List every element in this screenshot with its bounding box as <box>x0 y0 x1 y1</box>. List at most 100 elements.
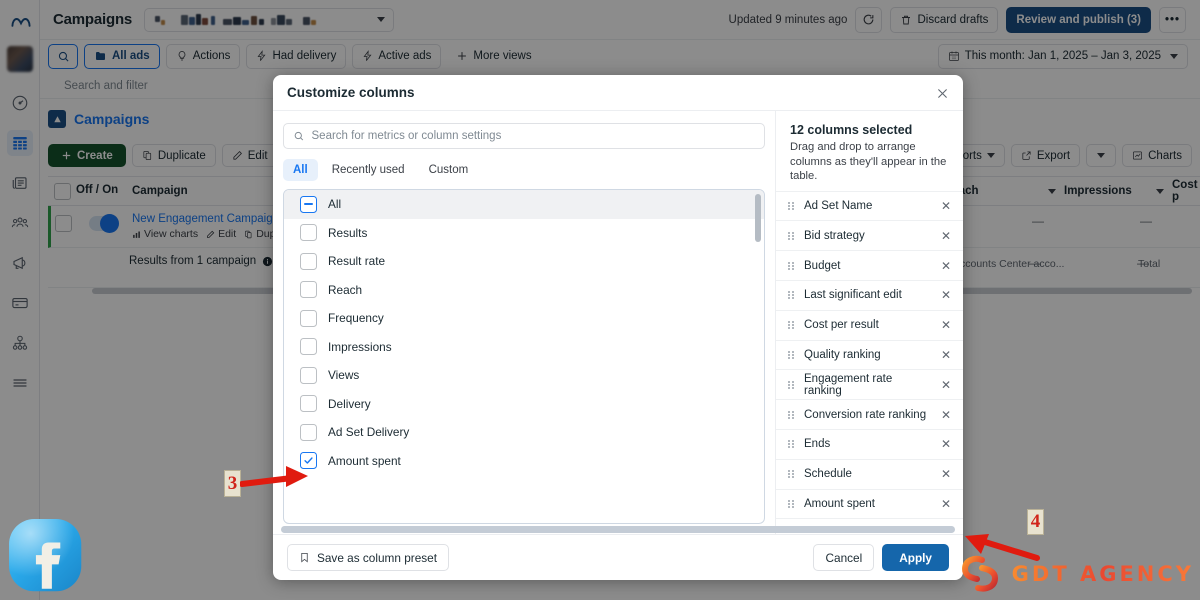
selected-column-item[interactable]: Budget ✕ <box>776 250 963 280</box>
selected-column-item[interactable]: Last significant edit ✕ <box>776 280 963 310</box>
meta-ads-manager-screen: Campaigns Updated 9 minutes ago Discard … <box>0 0 1200 600</box>
selected-column-item[interactable]: Amount spent ✕ <box>776 488 963 519</box>
tab-custom[interactable]: Custom <box>419 159 479 181</box>
apply-label: Apply <box>899 550 932 565</box>
remove-column-icon[interactable]: ✕ <box>941 408 951 422</box>
drag-handle-icon[interactable] <box>788 320 795 331</box>
metrics-panel: All Recently used Custom All Results <box>273 111 775 534</box>
remove-column-icon[interactable]: ✕ <box>941 437 951 451</box>
metrics-scrollbar[interactable] <box>755 194 761 519</box>
remove-column-icon[interactable]: ✕ <box>941 497 951 511</box>
remove-column-icon[interactable]: ✕ <box>941 378 951 392</box>
drag-handle-icon[interactable] <box>788 469 795 480</box>
metrics-tabs: All Recently used Custom <box>283 159 765 181</box>
drag-handle-icon[interactable] <box>788 409 795 420</box>
selected-column-label: Quality ranking <box>804 349 881 362</box>
save-as-column-preset-button[interactable]: Save as column preset <box>287 544 449 571</box>
selected-column-item[interactable]: Bid strategy ✕ <box>776 220 963 250</box>
annotation-3: 3 <box>224 470 241 497</box>
drag-handle-icon[interactable] <box>788 439 795 450</box>
selected-help-text: Drag and drop to arrange columns as they… <box>790 141 947 183</box>
metric-checkbox[interactable] <box>300 224 317 242</box>
annotation-3-number: 3 <box>224 470 241 497</box>
metric-checkbox[interactable] <box>300 281 317 299</box>
annotation-4-arrow <box>965 534 1040 561</box>
facebook-logo <box>9 519 82 592</box>
selected-columns-panel: 12 columns selected Drag and drop to arr… <box>775 111 963 534</box>
selected-column-item[interactable]: Cost per result ✕ <box>776 309 963 340</box>
selected-column-label: Cost per result <box>804 319 879 332</box>
metric-label: Frequency <box>328 311 384 326</box>
remove-column-icon[interactable]: ✕ <box>941 259 951 273</box>
selected-column-item[interactable]: Ad Set Name ✕ <box>776 190 963 221</box>
metric-label: All <box>328 197 342 212</box>
metric-label: Impressions <box>328 339 392 354</box>
cancel-button[interactable]: Cancel <box>813 544 875 571</box>
remove-column-icon[interactable]: ✕ <box>941 318 951 332</box>
selected-column-item[interactable]: Engagement rate ranking ✕ <box>776 369 963 399</box>
metric-row-frequency[interactable]: Frequency <box>284 304 764 333</box>
close-icon[interactable] <box>933 84 951 102</box>
drag-handle-icon[interactable] <box>788 260 795 271</box>
metric-row-impressions[interactable]: Impressions <box>284 333 764 362</box>
selected-column-label: Conversion rate ranking <box>804 408 927 421</box>
selected-columns-list: Ad Set Name ✕ Bid strategy ✕ Budget ✕ La… <box>776 190 963 534</box>
metrics-scrollbar-thumb[interactable] <box>755 194 761 242</box>
remove-column-icon[interactable]: ✕ <box>941 467 951 481</box>
metric-checkbox[interactable] <box>300 366 317 384</box>
search-input[interactable] <box>311 130 755 142</box>
metric-label: Result rate <box>328 254 386 269</box>
metric-checkbox[interactable] <box>300 309 317 327</box>
metric-row-views[interactable]: Views <box>284 361 764 390</box>
metric-checkbox[interactable] <box>300 423 317 441</box>
selected-column-item[interactable]: Ends ✕ <box>776 429 963 459</box>
metric-row-amount-spent[interactable]: Amount spent <box>284 447 764 476</box>
drag-handle-icon[interactable] <box>788 290 795 301</box>
metric-row-delivery[interactable]: Delivery <box>284 390 764 419</box>
selected-column-item[interactable]: Conversion rate ranking ✕ <box>776 399 963 429</box>
apply-button[interactable]: Apply <box>882 544 949 571</box>
metric-label: Amount spent <box>328 453 401 468</box>
metrics-list: All Results Result rate Reach Frequency … <box>284 190 764 523</box>
remove-column-icon[interactable]: ✕ <box>941 288 951 302</box>
metric-row-result-rate[interactable]: Result rate <box>284 247 764 276</box>
dialog-horizontal-scrollbar[interactable] <box>281 526 955 533</box>
metric-checkbox[interactable] <box>300 338 317 356</box>
selected-column-label: Engagement rate ranking <box>804 372 893 397</box>
metric-checkbox[interactable] <box>300 252 317 270</box>
all-checkbox[interactable] <box>300 195 317 213</box>
selected-column-label: Amount spent <box>804 498 875 511</box>
selected-count: 12 columns selected <box>790 123 913 137</box>
tab-recently-used[interactable]: Recently used <box>322 159 415 181</box>
drag-handle-icon[interactable] <box>788 230 795 241</box>
metric-label: Delivery <box>328 396 371 411</box>
remove-column-icon[interactable]: ✕ <box>941 348 951 362</box>
selected-column-label: Ad Set Name <box>804 200 873 213</box>
remove-column-icon[interactable]: ✕ <box>941 199 951 213</box>
drag-handle-icon[interactable] <box>788 350 795 361</box>
tab-all[interactable]: All <box>283 159 318 181</box>
drag-handle-icon[interactable] <box>788 379 795 390</box>
metric-label: Results <box>328 225 368 240</box>
metric-row-results[interactable]: Results <box>284 219 764 248</box>
drag-handle-icon[interactable] <box>788 201 795 212</box>
dialog-header: Customize columns <box>273 75 963 111</box>
metrics-search[interactable] <box>283 123 765 149</box>
dialog-body: All Recently used Custom All Results <box>273 111 963 534</box>
remove-column-icon[interactable]: ✕ <box>941 229 951 243</box>
metric-row-reach[interactable]: Reach <box>284 276 764 305</box>
save-preset-label: Save as column preset <box>317 550 437 565</box>
metric-label: Reach <box>328 282 363 297</box>
search-icon <box>294 131 304 141</box>
drag-handle-icon[interactable] <box>788 499 795 510</box>
selected-column-label: Budget <box>804 259 841 272</box>
selected-column-label: Last significant edit <box>804 289 902 302</box>
selected-column-item[interactable]: Schedule ✕ <box>776 458 963 489</box>
metric-checkbox[interactable] <box>300 395 317 413</box>
cancel-label: Cancel <box>825 550 863 565</box>
selected-column-item[interactable]: Quality ranking ✕ <box>776 339 963 370</box>
metric-row-all[interactable]: All <box>284 190 764 219</box>
selected-column-label: Ends <box>804 438 831 451</box>
customize-columns-dialog: Customize columns All Recently used Cust… <box>273 75 963 580</box>
metric-row-ad-set-delivery[interactable]: Ad Set Delivery <box>284 418 764 447</box>
